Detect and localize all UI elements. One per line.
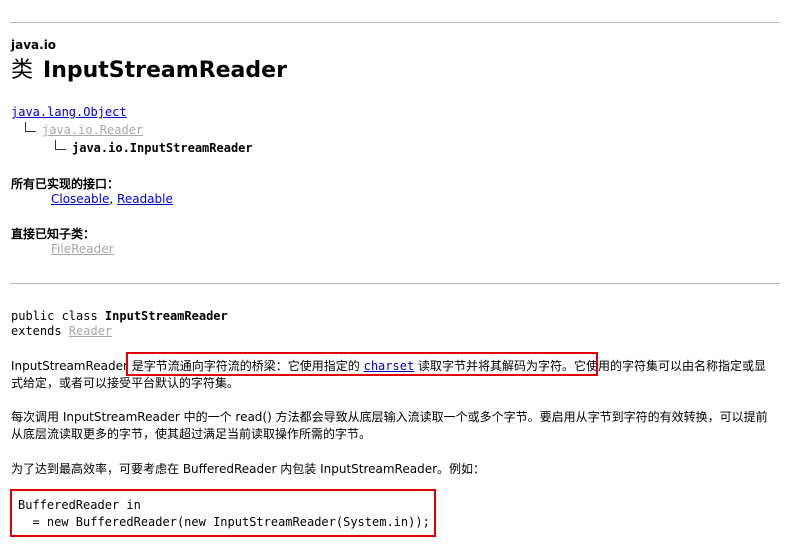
package-name: java.io — [11, 38, 57, 52]
description-paragraph-2: 每次调用 InputStreamReader 中的一个 read() 方法都会导… — [11, 410, 768, 441]
object-link[interactable]: java.lang.Object — [11, 105, 127, 119]
page-title: 类 InputStreamReader — [11, 56, 287, 86]
hierarchy-level-3: java.io.InputStreamReader — [55, 140, 253, 156]
class-signature: public class InputStreamReader extends R… — [11, 309, 228, 339]
code-line-1: BufferedReader in — [18, 498, 141, 512]
description-paragraph-3: 为了达到最高效率，可要考虑在 BufferedReader 内包装 InputS… — [11, 462, 486, 476]
interfaces-list: Closeable, Readable — [51, 192, 173, 206]
filereader-link[interactable]: FileReader — [51, 242, 114, 256]
hierarchy-level-1: java.lang.Object — [11, 104, 127, 120]
charset-link[interactable]: charset — [364, 359, 415, 373]
tree-branch-icon — [55, 140, 66, 150]
extends-reader-link[interactable]: Reader — [69, 324, 112, 338]
p1-highlight-b: 读取字节并将其解码为字符。 — [414, 359, 575, 373]
signature-class-name: InputStreamReader — [104, 309, 228, 323]
class-kind-label: 类 — [11, 58, 34, 83]
class-name: InputStreamReader — [43, 58, 287, 83]
hierarchy-level-2: java.io.Reader — [25, 122, 143, 138]
code-line-2: = new BufferedReader(new InputStreamRead… — [18, 515, 430, 529]
interfaces-separator: , — [109, 192, 118, 206]
reader-hierarchy-link[interactable]: java.io.Reader — [42, 123, 143, 137]
subclasses-heading: 直接已知子类： — [11, 227, 96, 241]
current-class-label: java.io.InputStreamReader — [72, 141, 253, 155]
closeable-link[interactable]: Closeable — [51, 192, 109, 206]
description-paragraph-1: InputStreamReader 是字节流通向字符流的桥梁：它使用指定的 ch… — [11, 358, 773, 392]
subclasses-list: FileReader — [51, 242, 114, 256]
code-example: BufferedReader in = new BufferedReader(n… — [18, 497, 430, 531]
signature-prefix: public class — [11, 309, 105, 323]
interfaces-heading: 所有已实现的接口： — [11, 177, 120, 191]
extends-keyword: extends — [11, 324, 69, 338]
tree-branch-icon — [25, 122, 36, 132]
readable-link[interactable]: Readable — [117, 192, 173, 206]
p1-class-name: InputStreamReader — [11, 359, 132, 373]
p1-highlight-a: 是字节流通向字符流的桥梁：它使用指定的 — [131, 359, 364, 373]
section-separator — [10, 283, 780, 284]
top-separator — [10, 22, 780, 23]
